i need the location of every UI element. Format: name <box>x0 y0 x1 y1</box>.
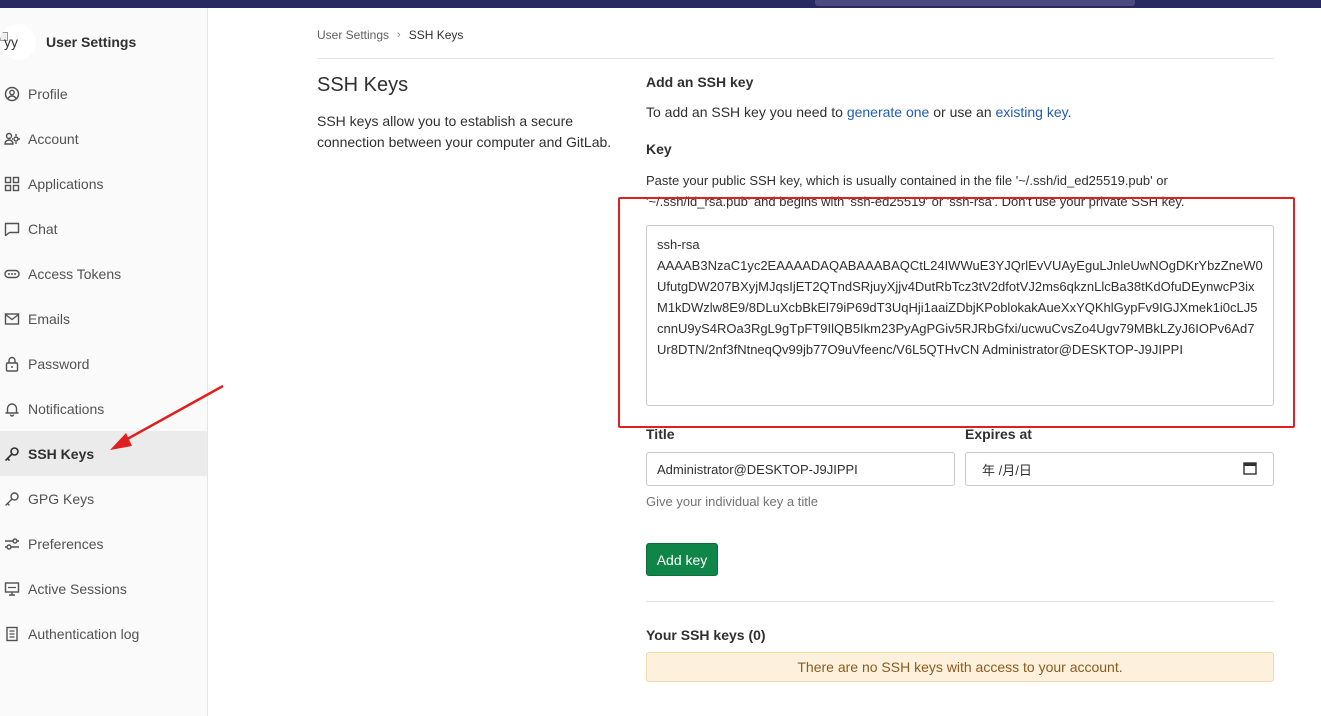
sidebar-item-account[interactable]: Account <box>0 116 207 161</box>
generate-one-link[interactable]: generate one <box>847 104 930 120</box>
token-icon <box>4 266 20 282</box>
bell-icon <box>4 401 20 417</box>
preferences-icon <box>4 536 20 552</box>
section-description: SSH keys allow you to establish a secure… <box>317 113 612 150</box>
intro-text: or use an <box>929 104 996 120</box>
key-textarea[interactable]: ssh-rsa AAAAB3NzaC1yc2EAAAADAQABAAABAQCt… <box>646 225 1274 406</box>
form-intro: To add an SSH key you need to generate o… <box>646 104 1072 120</box>
account-icon <box>4 131 20 147</box>
key-icon <box>4 446 20 462</box>
avatar[interactable]: yy <box>0 24 36 60</box>
sidebar-item-label: Active Sessions <box>28 580 127 597</box>
expires-label: Expires at <box>965 426 1032 442</box>
divider <box>317 58 1274 59</box>
mail-icon <box>4 311 20 327</box>
sidebar-item-profile[interactable]: Profile <box>0 71 207 116</box>
sidebar-item-authentication-log[interactable]: Authentication log <box>0 611 207 656</box>
settings-sidebar: yy User Settings Profile Account Applica… <box>0 8 208 716</box>
sidebar-item-label: Authentication log <box>28 625 140 642</box>
page-title: SSH Keys <box>317 74 409 96</box>
sidebar-item-label: Password <box>28 355 90 372</box>
existing-key-link[interactable]: existing key <box>996 104 1068 120</box>
sidebar-item-gpg-keys[interactable]: GPG Keys <box>0 476 207 521</box>
sidebar-header[interactable]: yy User Settings <box>0 24 208 60</box>
sidebar-item-label: GPG Keys <box>28 490 95 507</box>
breadcrumb: User Settings › SSH Keys <box>317 28 463 42</box>
breadcrumb-parent-link[interactable]: User Settings <box>317 28 389 42</box>
intro-text: . <box>1067 104 1072 120</box>
sidebar-item-label: SSH Keys <box>28 445 95 462</box>
sidebar-title: User Settings <box>46 34 137 50</box>
top-search-bar[interactable] <box>815 0 1135 6</box>
sidebar-item-label: Emails <box>28 310 71 327</box>
sidebar-item-label: Applications <box>28 175 104 192</box>
empty-keys-alert: There are no SSH keys with access to you… <box>646 652 1274 682</box>
sidebar-item-label: Profile <box>28 85 68 102</box>
avatar-alt-text: yy <box>4 34 18 50</box>
add-key-button[interactable]: Add key <box>646 543 718 576</box>
lock-icon <box>4 356 20 372</box>
sidebar-item-label: Access Tokens <box>28 265 122 282</box>
form-heading: Add an SSH key <box>646 74 754 90</box>
expires-date-input[interactable]: 年 /月/日 <box>965 452 1274 486</box>
key-label: Key <box>646 141 672 157</box>
chevron-right-icon: › <box>397 29 401 41</box>
key-icon <box>4 491 20 507</box>
sidebar-item-preferences[interactable]: Preferences <box>0 521 207 566</box>
sidebar-item-chat[interactable]: Chat <box>0 206 207 251</box>
sidebar-item-label: Account <box>28 130 79 147</box>
title-input[interactable] <box>646 452 955 486</box>
breadcrumb-current: SSH Keys <box>408 28 464 42</box>
sidebar-item-emails[interactable]: Emails <box>0 296 207 341</box>
section-info: SSH Keys SSH keys allow you to establish… <box>317 74 617 153</box>
date-placeholder: 年 /月/日 <box>982 462 1032 478</box>
profile-icon <box>4 86 20 102</box>
monitor-icon <box>4 581 20 597</box>
add-ssh-key-form: Add an SSH key To add an SSH key you nee… <box>646 74 1274 682</box>
main-content: User Settings › SSH Keys SSH Keys SSH ke… <box>208 8 1321 716</box>
intro-text: To add an SSH key you need to <box>646 104 847 120</box>
sidebar-item-access-tokens[interactable]: Access Tokens <box>0 251 207 296</box>
chat-icon <box>4 221 20 237</box>
sidebar-item-applications[interactable]: Applications <box>0 161 207 206</box>
top-navbar <box>0 0 1321 8</box>
key-help-text: Paste your public SSH key, which is usua… <box>646 173 1185 209</box>
sidebar-item-active-sessions[interactable]: Active Sessions <box>0 566 207 611</box>
ssh-keys-list-heading: Your SSH keys (0) <box>646 627 766 643</box>
applications-icon <box>4 176 20 192</box>
sidebar-item-label: Chat <box>28 220 58 237</box>
title-help-text: Give your individual key a title <box>646 494 818 509</box>
calendar-icon[interactable] <box>1243 461 1257 478</box>
divider <box>646 601 1274 602</box>
sidebar-item-label: Preferences <box>28 535 104 552</box>
title-label: Title <box>646 426 675 442</box>
sidebar-item-label: Notifications <box>28 400 105 417</box>
log-icon <box>4 626 20 642</box>
